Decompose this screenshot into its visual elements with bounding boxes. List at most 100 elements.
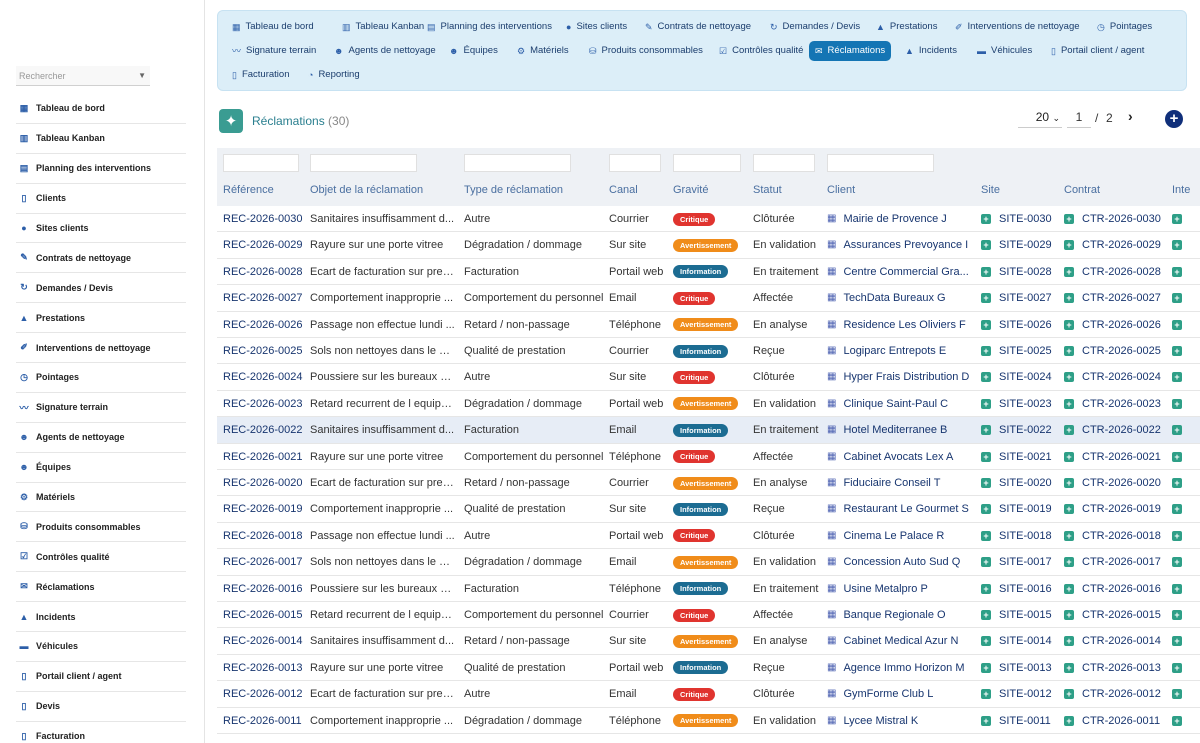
intervention-cell[interactable]: +	[1172, 312, 1192, 338]
client-cell[interactable]: ▦ Residence Les Oliviers F	[827, 312, 972, 338]
reference-link[interactable]: REC-2026-0023	[223, 391, 308, 417]
sidebar-item-signature-terrain[interactable]: 〰 Signature terrain	[16, 393, 186, 423]
site-link[interactable]: SITE-0025	[999, 345, 1052, 357]
table-row[interactable]: REC-2026-0015 Retard recurrent de l equip…	[217, 602, 1200, 629]
table-row[interactable]: REC-2026-0022 Sanitaires insuffisamment d…	[217, 417, 1200, 444]
reference-link[interactable]: REC-2026-0026	[223, 312, 308, 338]
site-link[interactable]: SITE-0013	[999, 662, 1052, 674]
client-cell[interactable]: ▦ Logiparc Entrepots E	[827, 338, 972, 364]
add-link-icon[interactable]: +	[1064, 214, 1074, 225]
add-link-icon[interactable]: +	[1172, 478, 1182, 489]
add-link-icon[interactable]: +	[1064, 557, 1074, 568]
contrat-link[interactable]: CTR-2026-0024	[1082, 371, 1161, 383]
add-link-icon[interactable]: +	[1064, 689, 1074, 700]
site-cell[interactable]: + SITE-0024	[981, 364, 1061, 390]
intervention-cell[interactable]: +	[1172, 708, 1192, 734]
sidebar-item-prestations[interactable]: ▲ Prestations	[16, 303, 186, 334]
contrat-cell[interactable]: + CTR-2026-0012	[1064, 681, 1169, 707]
intervention-cell[interactable]: +	[1172, 285, 1192, 311]
site-cell[interactable]: + SITE-0015	[981, 602, 1061, 628]
tab-sites-clients[interactable]: ● Sites clients	[560, 17, 633, 37]
column-header-inte[interactable]: Inte	[1172, 184, 1190, 196]
intervention-cell[interactable]: +	[1172, 444, 1192, 470]
column-filter-input[interactable]	[609, 154, 661, 172]
tab-tableau-kanban[interactable]: ▥ Tableau Kanban	[336, 17, 430, 37]
contrat-link[interactable]: CTR-2026-0030	[1082, 213, 1161, 225]
site-link[interactable]: SITE-0016	[999, 583, 1052, 595]
add-link-icon[interactable]: +	[981, 425, 991, 436]
sidebar-item-demandes-devis[interactable]: ↻ Demandes / Devis	[16, 273, 186, 304]
add-link-icon[interactable]: +	[981, 530, 991, 541]
table-row[interactable]: REC-2026-0026 Passage non effectue lundi …	[217, 312, 1200, 338]
add-link-icon[interactable]: +	[1064, 610, 1074, 621]
sidebar-item-tableau-de-bord[interactable]: ▦ Tableau de bord	[16, 94, 186, 124]
contrat-link[interactable]: CTR-2026-0011	[1082, 715, 1160, 727]
add-link-icon[interactable]: +	[1172, 425, 1182, 436]
add-link-icon[interactable]: +	[981, 319, 991, 330]
contrat-cell[interactable]: + CTR-2026-0024	[1064, 364, 1169, 390]
sidebar-item-controles-qualite[interactable]: ☑ Contrôles qualité	[16, 542, 186, 573]
site-link[interactable]: SITE-0023	[999, 398, 1052, 410]
add-link-icon[interactable]: +	[1172, 583, 1182, 594]
table-row[interactable]: REC-2026-0023 Retard recurrent de l equip…	[217, 391, 1200, 418]
column-filter-input[interactable]	[310, 154, 417, 172]
contrat-link[interactable]: CTR-2026-0026	[1082, 319, 1161, 331]
site-link[interactable]: SITE-0029	[999, 239, 1052, 251]
contrat-cell[interactable]: + CTR-2026-0020	[1064, 470, 1169, 496]
contrat-cell[interactable]: + CTR-2026-0021	[1064, 444, 1169, 470]
reference-link[interactable]: REC-2026-0020	[223, 470, 308, 496]
reference-link[interactable]: REC-2026-0013	[223, 655, 308, 681]
intervention-cell[interactable]: +	[1172, 259, 1192, 285]
client-link[interactable]: Hotel Mediterranee B	[843, 424, 947, 436]
contrat-link[interactable]: CTR-2026-0020	[1082, 477, 1161, 489]
sidebar-search-select[interactable]: Rechercher ▼	[16, 66, 150, 86]
add-record-button[interactable]: +	[1165, 110, 1183, 128]
client-link[interactable]: Lycee Mistral K	[843, 715, 918, 727]
reference-link[interactable]: REC-2026-0027	[223, 285, 308, 311]
tab-incidents[interactable]: ▲ Incidents	[899, 41, 963, 61]
contrat-cell[interactable]: + CTR-2026-0023	[1064, 391, 1169, 417]
sidebar-item-produits-consommables[interactable]: ⛁ Produits consommables	[16, 512, 186, 543]
contrat-cell[interactable]: + CTR-2026-0025	[1064, 338, 1169, 364]
tab-prestations[interactable]: ▲ Prestations	[870, 17, 943, 37]
site-cell[interactable]: + SITE-0018	[981, 523, 1061, 549]
tab-equipes[interactable]: ☻ Équipes	[443, 41, 504, 61]
contrat-link[interactable]: CTR-2026-0022	[1082, 424, 1161, 436]
contrat-cell[interactable]: + CTR-2026-0026	[1064, 312, 1169, 338]
client-link[interactable]: TechData Bureaux G	[843, 292, 945, 304]
client-link[interactable]: Cabinet Medical Azur N	[843, 636, 958, 648]
client-link[interactable]: Banque Regionale O	[843, 609, 945, 621]
table-row[interactable]: REC-2026-0024 Poussiere sur les bureaux a…	[217, 364, 1200, 391]
client-cell[interactable]: ▦ Hotel Mediterranee B	[827, 417, 972, 443]
reference-link[interactable]: REC-2026-0021	[223, 444, 308, 470]
sidebar-item-vehicules[interactable]: ▬ Véhicules	[16, 632, 186, 662]
add-link-icon[interactable]: +	[981, 689, 991, 700]
client-link[interactable]: Clinique Saint-Paul C	[843, 398, 948, 410]
intervention-cell[interactable]: +	[1172, 206, 1192, 232]
add-link-icon[interactable]: +	[1064, 346, 1074, 357]
sidebar-item-clients[interactable]: ▯ Clients	[16, 184, 186, 214]
add-link-icon[interactable]: +	[1064, 504, 1074, 515]
site-link[interactable]: SITE-0024	[999, 371, 1052, 383]
contrat-link[interactable]: CTR-2026-0028	[1082, 266, 1161, 278]
intervention-cell[interactable]: +	[1172, 628, 1192, 654]
sidebar-item-reclamations[interactable]: ✉ Réclamations	[16, 572, 186, 603]
client-link[interactable]: Centre Commercial Gra...	[843, 266, 968, 278]
add-link-icon[interactable]: +	[981, 504, 991, 515]
add-link-icon[interactable]: +	[1064, 266, 1074, 277]
site-cell[interactable]: + SITE-0023	[981, 391, 1061, 417]
reference-link[interactable]: REC-2026-0030	[223, 206, 308, 232]
site-cell[interactable]: + SITE-0025	[981, 338, 1061, 364]
sidebar-item-facturation[interactable]: ▯ Facturation	[16, 722, 186, 743]
contrat-cell[interactable]: + CTR-2026-0016	[1064, 576, 1169, 602]
sidebar-item-incidents[interactable]: ▲ Incidents	[16, 602, 186, 633]
table-row[interactable]: REC-2026-0020 Ecart de facturation sur pr…	[217, 470, 1200, 497]
add-link-icon[interactable]: +	[1172, 504, 1182, 515]
add-link-icon[interactable]: +	[1064, 372, 1074, 383]
client-cell[interactable]: ▦ TechData Bureaux G	[827, 285, 972, 311]
add-link-icon[interactable]: +	[1172, 293, 1182, 304]
contrat-cell[interactable]: + CTR-2026-0027	[1064, 285, 1169, 311]
site-cell[interactable]: + SITE-0022	[981, 417, 1061, 443]
table-row[interactable]: REC-2026-0011 Comportement inapproprie ..…	[217, 708, 1200, 734]
tab-agents-de-nettoyage[interactable]: ☻ Agents de nettoyage	[328, 41, 442, 61]
